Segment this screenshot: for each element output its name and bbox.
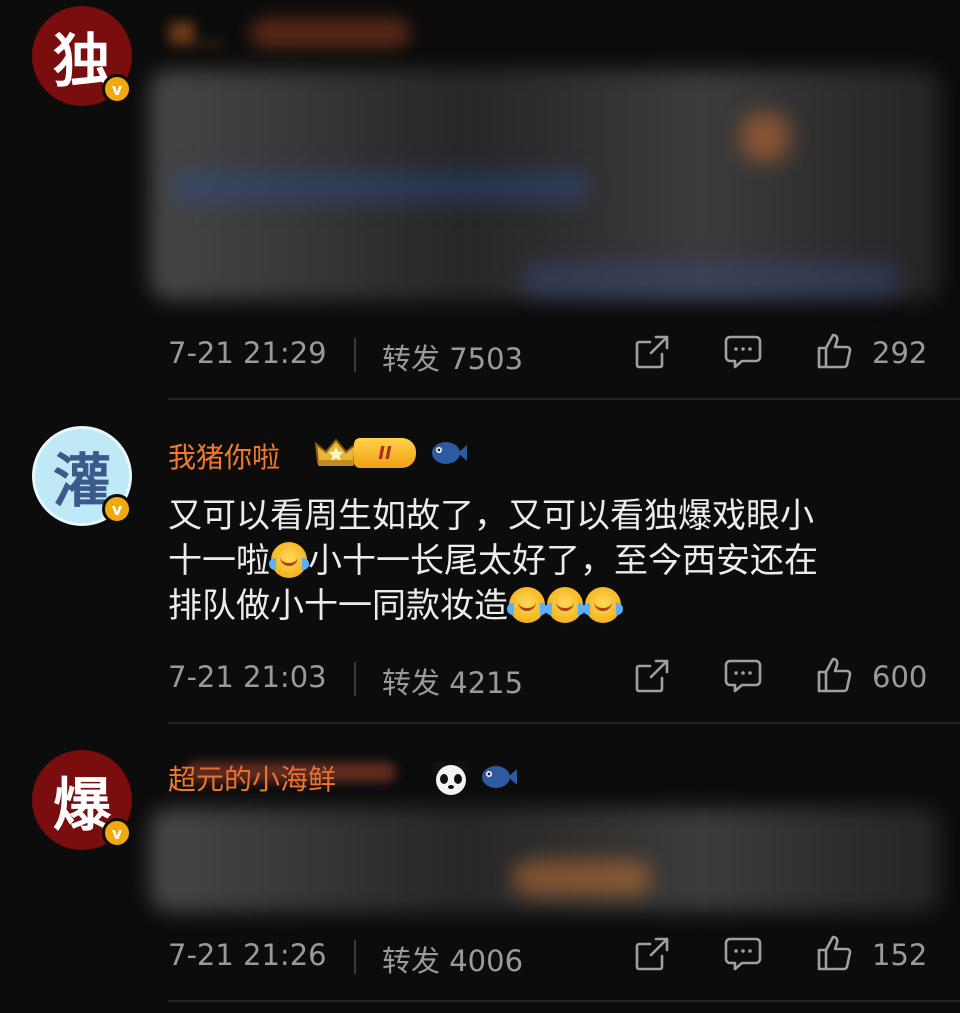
divider bbox=[354, 338, 356, 372]
repost-count[interactable]: 转发 4006 bbox=[382, 938, 523, 980]
divider bbox=[354, 940, 356, 974]
share-icon[interactable] bbox=[634, 936, 670, 972]
verified-badge-icon: v bbox=[102, 494, 132, 524]
timestamp: 7-21 21:26 bbox=[168, 938, 327, 972]
crying-laughing-emoji-icon bbox=[545, 587, 585, 623]
share-icon[interactable] bbox=[634, 658, 670, 694]
comment-icon[interactable] bbox=[724, 936, 762, 972]
thumbs-up-icon[interactable] bbox=[816, 656, 854, 694]
like-count: 152 bbox=[872, 938, 928, 972]
thumbs-up-icon[interactable] bbox=[816, 332, 854, 370]
divider bbox=[354, 662, 356, 696]
crying-laughing-emoji-icon bbox=[507, 587, 547, 623]
verified-badge-icon: v bbox=[102, 818, 132, 848]
divider bbox=[168, 398, 960, 400]
comment-text: 又可以看周生如故了，又可以看独爆戏眼小 十一啦 小十一长尾太好了，至今西安还在 排… bbox=[168, 496, 818, 626]
share-icon[interactable] bbox=[634, 334, 670, 370]
thumbs-up-icon[interactable] bbox=[816, 934, 854, 972]
timestamp: 7-21 21:03 bbox=[168, 660, 327, 694]
crown-icon bbox=[314, 438, 358, 466]
like-count: 600 bbox=[872, 660, 928, 694]
panda-icon bbox=[433, 761, 469, 795]
comment-icon[interactable] bbox=[724, 334, 762, 370]
fish-icon bbox=[432, 442, 467, 464]
username[interactable]: 我猪你啦 bbox=[168, 436, 280, 476]
like-count: 292 bbox=[872, 336, 928, 370]
crying-laughing-emoji-icon bbox=[583, 587, 623, 623]
repost-count[interactable]: 转发 7503 bbox=[382, 336, 523, 378]
divider bbox=[168, 1000, 960, 1002]
comment-icon[interactable] bbox=[724, 658, 762, 694]
divider bbox=[168, 722, 960, 724]
comment-footer: 7-21 21:26 转发 4006 152 bbox=[168, 934, 928, 978]
fan-badge-icon bbox=[250, 18, 410, 48]
timestamp: 7-21 21:29 bbox=[168, 336, 327, 370]
crying-laughing-emoji-icon bbox=[269, 542, 309, 578]
comment-footer: 7-21 21:29 转发 7503 292 bbox=[168, 332, 928, 376]
verified-badge-icon: v bbox=[102, 74, 132, 104]
repost-count[interactable]: 转发 4215 bbox=[382, 660, 523, 702]
rank-badge: II bbox=[354, 438, 416, 468]
comment-footer: 7-21 21:03 转发 4215 600 bbox=[168, 656, 928, 700]
username[interactable]: 转… bbox=[168, 14, 224, 54]
fish-icon bbox=[482, 766, 517, 788]
